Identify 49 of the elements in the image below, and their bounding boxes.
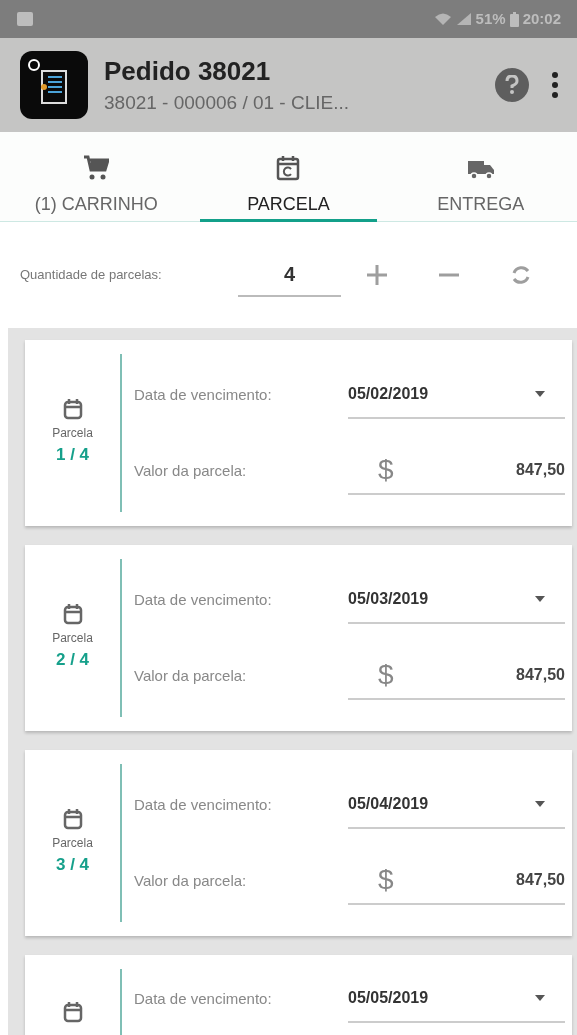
due-date-label: Data de vencimento: [133, 988, 273, 1009]
refresh-icon[interactable] [510, 264, 532, 286]
installment-value-label: Valor da parcela: [133, 460, 248, 481]
due-date-dropdown[interactable]: 05/05/2019 [348, 975, 565, 1023]
due-date-label: Data de vencimento: [133, 384, 273, 405]
dropdown-caret-icon [535, 596, 545, 602]
calendar-refresh-icon [276, 155, 301, 181]
installment-value-field[interactable]: $ 847,50 [348, 857, 565, 905]
installment-value-label: Valor da parcela: [133, 870, 248, 891]
wifi-icon [433, 12, 452, 26]
help-icon [505, 75, 519, 95]
truck-icon [466, 159, 495, 181]
order-title: Pedido 38021 [104, 54, 272, 88]
help-button[interactable] [495, 68, 529, 102]
installment-value-field[interactable]: $ 847,50 [348, 447, 565, 495]
due-date-label: Data de vencimento: [133, 589, 273, 610]
calendar-icon [62, 603, 83, 626]
image-notification-icon [16, 11, 34, 27]
battery-icon [509, 11, 519, 27]
installment-number: 3 / 4 [55, 854, 90, 877]
installment-number: 1 / 4 [55, 444, 90, 467]
installment-number: 2 / 4 [55, 649, 90, 672]
plus-icon[interactable] [366, 264, 388, 286]
calendar-icon [62, 398, 83, 421]
installment-caption: Parcela [52, 835, 93, 853]
tab[interactable]: (1) CARRINHO [0, 132, 193, 221]
order-subtitle: 38021 - 000006 / 01 - CLIE... [104, 91, 351, 116]
installment-value-label: Valor da parcela: [133, 665, 248, 686]
due-date-dropdown[interactable]: 05/03/2019 [348, 576, 565, 624]
tab[interactable]: PARCELA [192, 132, 385, 221]
due-date-dropdown[interactable]: 05/02/2019 [348, 371, 565, 419]
document-app-icon [20, 51, 88, 119]
quantity-field[interactable]: 4 [238, 253, 341, 297]
clock: 20:02 [522, 8, 561, 29]
dropdown-caret-icon [535, 391, 545, 397]
dropdown-caret-icon [535, 995, 545, 1001]
dropdown-caret-icon [535, 801, 545, 807]
due-date-dropdown[interactable]: 05/04/2019 [348, 781, 565, 829]
installment-caption: Parcela [52, 425, 93, 443]
due-date-label: Data de vencimento: [133, 794, 273, 815]
installment-value-field[interactable]: $ 847,50 [348, 652, 565, 700]
quantity-label: Quantidade de parcelas: [20, 266, 163, 285]
tab[interactable]: ENTREGA [384, 132, 577, 221]
installment-caption: Parcela [52, 630, 93, 648]
signal-icon [455, 12, 472, 26]
calendar-icon [62, 1001, 83, 1023]
battery-percentage: 51% [475, 8, 506, 29]
calendar-icon [62, 808, 83, 831]
cart-icon [83, 155, 110, 181]
